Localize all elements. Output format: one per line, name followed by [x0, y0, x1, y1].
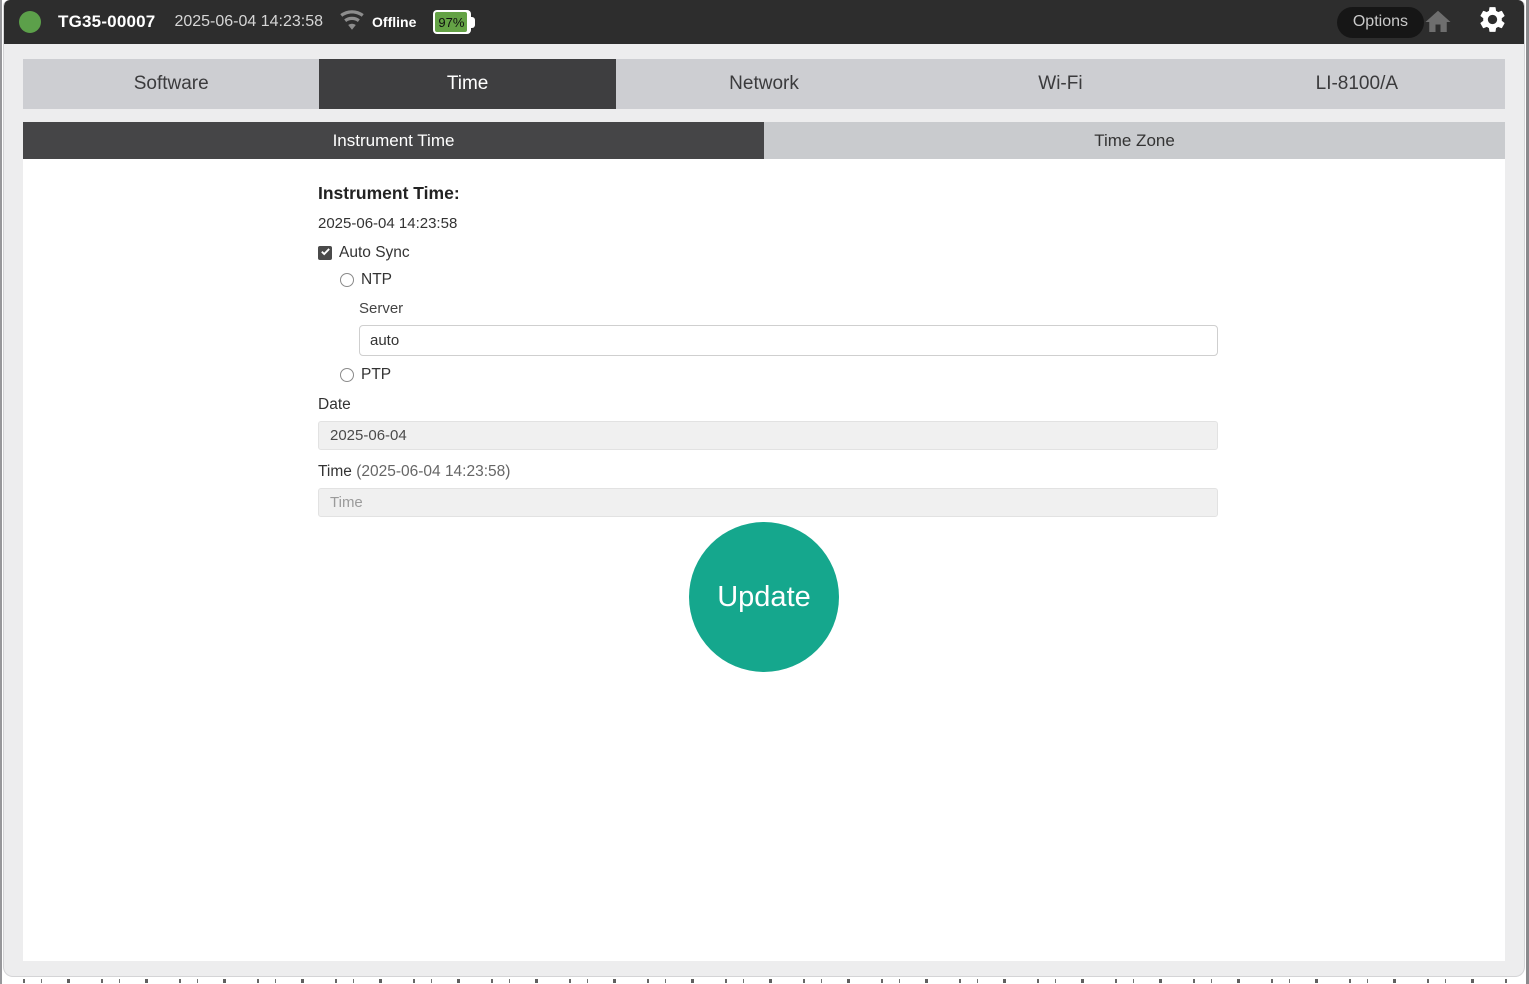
- status-dot-icon: [19, 11, 41, 33]
- time-label-suffix: (2025-06-04 14:23:58): [356, 463, 510, 480]
- device-name: TG35-00007: [58, 12, 155, 32]
- ptp-radio[interactable]: [340, 368, 354, 382]
- tab-software[interactable]: Software: [23, 59, 319, 109]
- wifi-icon: [337, 7, 367, 38]
- wifi-status-label: Offline: [372, 14, 416, 30]
- chrome-area: Software Time Network Wi-Fi LI-8100/A In…: [4, 59, 1524, 961]
- sub-tab-bar: Instrument Time Time Zone: [23, 122, 1505, 159]
- options-tooltip[interactable]: Options: [1337, 7, 1424, 38]
- home-button[interactable]: [1423, 7, 1453, 37]
- subtab-time-zone[interactable]: Time Zone: [764, 122, 1505, 159]
- main-tab-bar: Software Time Network Wi-Fi LI-8100/A: [23, 59, 1505, 109]
- current-instrument-time: 2025-06-04 14:23:58: [318, 215, 1505, 232]
- settings-button[interactable]: [1476, 6, 1508, 38]
- update-button-wrap: Update: [23, 522, 1505, 672]
- clipped-text-strip: [10, 979, 1518, 983]
- check-icon: [320, 244, 331, 262]
- server-label: Server: [359, 301, 1505, 317]
- battery-icon: 97%: [433, 10, 475, 34]
- time-label-text: Time: [318, 463, 352, 480]
- ntp-radio[interactable]: [340, 273, 354, 287]
- auto-sync-label: Auto Sync: [339, 244, 410, 262]
- home-icon: [1423, 24, 1453, 41]
- battery-body: 97%: [433, 10, 471, 34]
- form-heading: Instrument Time:: [318, 183, 1505, 203]
- ptp-row: PTP: [340, 366, 1505, 383]
- tab-li8100a[interactable]: LI-8100/A: [1209, 59, 1505, 109]
- time-input[interactable]: [318, 488, 1218, 517]
- gear-icon: [1477, 4, 1508, 40]
- topbar: TG35-00007 2025-06-04 14:23:58 Offline 9…: [4, 0, 1524, 44]
- ntp-row: NTP: [340, 271, 1505, 288]
- app-card: TG35-00007 2025-06-04 14:23:58 Offline 9…: [3, 0, 1525, 977]
- auto-sync-row: Auto Sync: [318, 244, 1505, 261]
- ntp-label: NTP: [361, 271, 392, 289]
- instrument-time-panel: Instrument Time: 2025-06-04 14:23:58 Aut…: [23, 159, 1505, 961]
- date-label: Date: [318, 396, 1505, 413]
- wifi-indicator: Offline: [337, 7, 416, 38]
- tab-wifi[interactable]: Wi-Fi: [912, 59, 1208, 109]
- battery-fill: 97%: [435, 12, 467, 32]
- tab-network[interactable]: Network: [616, 59, 912, 109]
- battery-percent: 97%: [438, 15, 464, 30]
- time-label: Time (2025-06-04 14:23:58): [318, 463, 1505, 480]
- server-input[interactable]: [359, 325, 1218, 356]
- auto-sync-checkbox[interactable]: [318, 246, 332, 260]
- battery-nub: [471, 17, 475, 28]
- subtab-instrument-time[interactable]: Instrument Time: [23, 122, 764, 159]
- ptp-label: PTP: [361, 366, 391, 384]
- date-input[interactable]: [318, 421, 1218, 450]
- update-button[interactable]: Update: [689, 522, 839, 672]
- tab-time[interactable]: Time: [319, 59, 615, 109]
- topbar-right-cluster: Options: [1337, 0, 1508, 44]
- app-window: TG35-00007 2025-06-04 14:23:58 Offline 9…: [0, 0, 1529, 984]
- topbar-timestamp: 2025-06-04 14:23:58: [174, 13, 323, 31]
